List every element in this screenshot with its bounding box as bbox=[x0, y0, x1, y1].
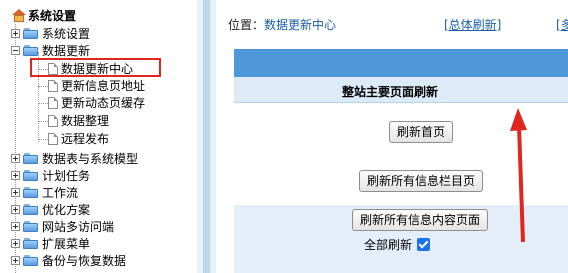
tree-node-backup-restore[interactable]: 备份与恢复数据 bbox=[11, 252, 126, 269]
refresh-columns-button[interactable]: 刷新所有信息栏目页 bbox=[359, 170, 484, 192]
tree-leaf-label: 数据整理 bbox=[61, 114, 110, 128]
tree-node-scheduled-tasks[interactable]: 计划任务 bbox=[11, 167, 90, 184]
collapse-minus-icon[interactable] bbox=[11, 46, 20, 55]
tree-node-tables-models[interactable]: 数据表与系统模型 bbox=[11, 150, 138, 167]
expand-plus-icon[interactable] bbox=[11, 29, 20, 38]
folder-icon bbox=[23, 170, 39, 181]
tree-node-extension-menu[interactable]: 扩展菜单 bbox=[11, 235, 90, 252]
tree-leaf-data-cleanup[interactable]: 数据整理 bbox=[48, 112, 109, 129]
tree-guide-line bbox=[38, 86, 48, 87]
tree-node-system-settings[interactable]: 系统设置 bbox=[11, 25, 90, 42]
tree-guide-line bbox=[38, 121, 48, 122]
panel-header bbox=[234, 49, 568, 77]
tree-leaf-label: 更新信息页地址 bbox=[61, 79, 146, 93]
page-icon bbox=[48, 96, 58, 109]
tree-guide-line bbox=[38, 139, 48, 140]
sidebar-tree: 系统设置 系统设置 数据更新 数据更新中心 更新信息页地址 更新动态页缓存 数据… bbox=[0, 0, 197, 273]
location-bar: 位置：数据更新中心 [总体刷新] [多 bbox=[216, 0, 568, 44]
folder-icon bbox=[23, 204, 39, 215]
tree-leaf-update-info-url[interactable]: 更新信息页地址 bbox=[48, 77, 145, 94]
refresh-all-link[interactable]: [总体刷新] bbox=[444, 16, 501, 33]
page-icon bbox=[48, 79, 58, 92]
tree-node-label: 工作流 bbox=[42, 186, 79, 200]
tree-node-label: 数据更新 bbox=[42, 44, 91, 58]
page-icon bbox=[48, 132, 58, 145]
tree-node-label: 系统设置 bbox=[42, 27, 91, 41]
tree-node-workflow[interactable]: 工作流 bbox=[11, 184, 78, 201]
expand-plus-icon[interactable] bbox=[11, 256, 20, 265]
tree-node-label: 优化方案 bbox=[42, 203, 91, 217]
tree-node-label: 备份与恢复数据 bbox=[42, 254, 127, 268]
folder-icon bbox=[23, 238, 39, 249]
refresh-content-button[interactable]: 刷新所有信息内容页面 bbox=[352, 209, 489, 231]
tree-leaf-remote-publish[interactable]: 远程发布 bbox=[48, 130, 109, 147]
tree-root-label: 系统设置 bbox=[28, 8, 77, 23]
folder-icon bbox=[23, 153, 39, 164]
tree-leaf-label: 远程发布 bbox=[61, 132, 110, 146]
full-refresh-label: 全部刷新 bbox=[364, 238, 413, 252]
expand-plus-icon[interactable] bbox=[11, 188, 20, 197]
folder-icon bbox=[23, 187, 39, 198]
main-content: 位置：数据更新中心 [总体刷新] [多 整站主要页面刷新 刷新首页 刷新所有信息… bbox=[216, 0, 568, 273]
tree-node-multi-access[interactable]: 网站多访问端 bbox=[11, 218, 114, 235]
more-link-cut[interactable]: [多 bbox=[556, 16, 568, 33]
breadcrumb-link[interactable]: 数据更新中心 bbox=[264, 18, 336, 32]
folder-icon bbox=[23, 221, 39, 232]
tree-node-optimization[interactable]: 优化方案 bbox=[11, 201, 90, 218]
tree-node-label: 数据表与系统模型 bbox=[42, 152, 139, 166]
full-refresh-option[interactable]: 全部刷新 bbox=[364, 236, 431, 253]
home-icon bbox=[12, 8, 26, 22]
breadcrumb: 位置：数据更新中心 bbox=[228, 16, 336, 33]
panel-title: 整站主要页面刷新 bbox=[342, 85, 439, 99]
expand-plus-icon[interactable] bbox=[11, 171, 20, 180]
tree-guide-line bbox=[38, 103, 48, 104]
tree-leaf-update-dynamic-cache[interactable]: 更新动态页缓存 bbox=[48, 94, 145, 111]
panel-title-row: 整站主要页面刷新 bbox=[234, 77, 568, 103]
expand-plus-icon[interactable] bbox=[11, 205, 20, 214]
expand-plus-icon[interactable] bbox=[11, 154, 20, 163]
folder-icon bbox=[23, 255, 39, 266]
tree-node-data-update[interactable]: 数据更新 bbox=[11, 42, 90, 59]
page-icon bbox=[48, 114, 58, 127]
tree-leaf-label: 更新动态页缓存 bbox=[61, 96, 146, 110]
pane-splitter[interactable] bbox=[197, 0, 216, 273]
folder-open-icon bbox=[23, 45, 39, 56]
tree-node-label: 扩展菜单 bbox=[42, 237, 91, 251]
expand-plus-icon[interactable] bbox=[11, 222, 20, 231]
expand-plus-icon[interactable] bbox=[11, 239, 20, 248]
highlight-box bbox=[30, 58, 161, 77]
tree-node-label: 网站多访问端 bbox=[42, 220, 115, 234]
tree-node-label: 计划任务 bbox=[42, 169, 91, 183]
refresh-home-button[interactable]: 刷新首页 bbox=[389, 121, 454, 143]
full-refresh-checkbox[interactable] bbox=[417, 238, 431, 251]
breadcrumb-prefix: 位置： bbox=[228, 18, 265, 32]
folder-icon bbox=[23, 28, 39, 39]
tree-root[interactable]: 系统设置 bbox=[12, 6, 76, 24]
